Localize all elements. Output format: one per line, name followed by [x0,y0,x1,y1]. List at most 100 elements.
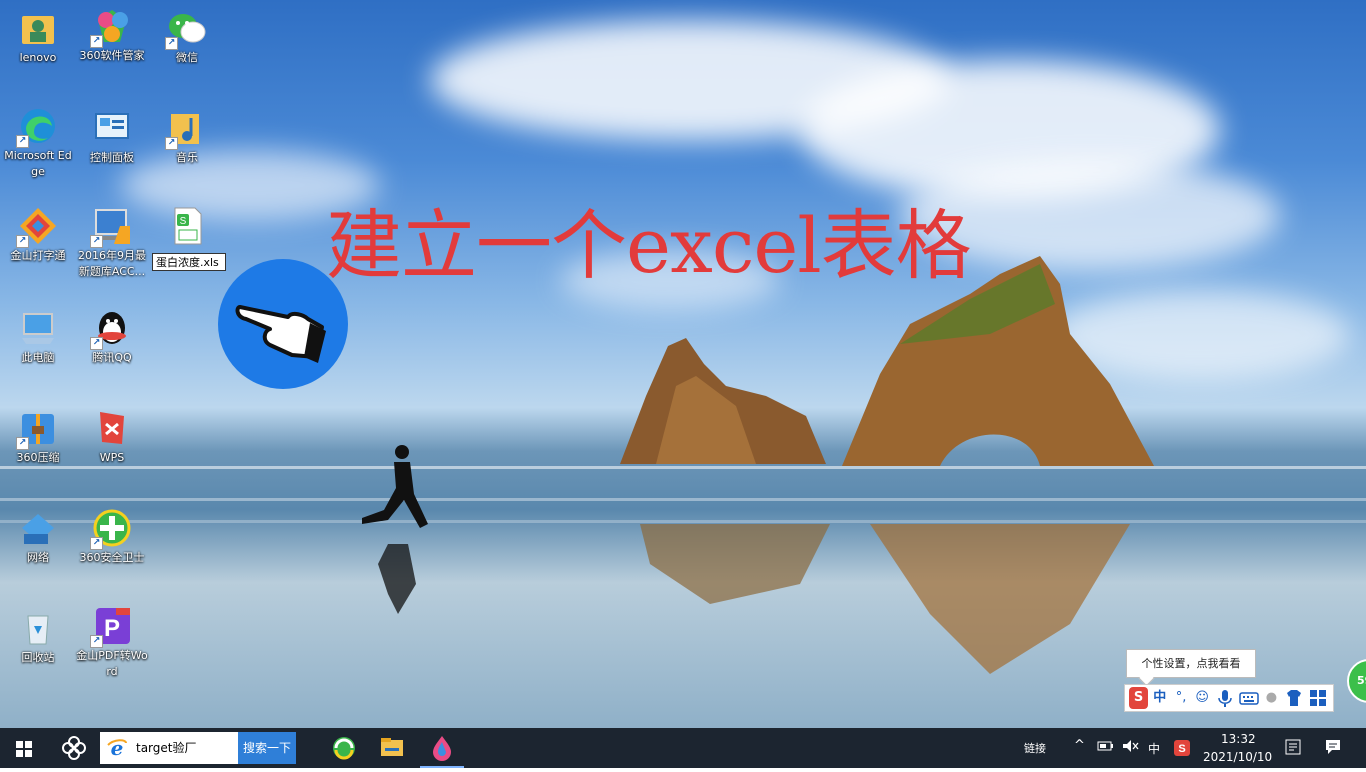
sogou-logo-icon[interactable]: S [1129,687,1149,709]
wechat-icon: ↗ [165,8,207,50]
icon-label: 微信 [176,51,198,64]
shortcut-arrow-icon: ↗ [16,235,29,248]
shortcut-arrow-icon: ↗ [16,135,29,148]
shortcut-arrow-icon: ↗ [165,37,178,50]
desktop-icon-360-security[interactable]: ↗ 360安全卫士 [76,508,148,566]
runner-silhouette [362,445,428,614]
sogou-tray-icon[interactable]: S [1173,739,1191,760]
icon-label: 音乐 [176,151,198,164]
user-account-icon[interactable]: ● [1262,687,1281,709]
desktop-icon-kingsoft-pdf-to-word[interactable]: P ↗ 金山PDF转Word [76,606,148,680]
shortcut-arrow-icon: ↗ [90,35,103,48]
action-center-icon[interactable] [1324,738,1342,759]
network-icon [18,508,58,548]
desktop-icon-this-pc[interactable]: 此电脑 [2,308,74,366]
wps-icon [92,408,132,448]
user-folder-icon [18,8,58,48]
control-panel-icon [92,108,132,148]
recycle-bin-icon [18,608,58,648]
microphone-icon[interactable] [1214,687,1236,709]
kingsoft-typing-icon: ↗ [16,206,58,248]
icon-label: 金山打字通 [10,249,66,262]
svg-text:P: P [104,615,120,642]
360-zip-icon: ↗ [16,408,58,450]
desktop-icon-new-xls-file[interactable]: S [151,206,223,246]
ie-browser-icon: e [107,737,127,759]
skin-shirt-icon[interactable] [1283,687,1305,709]
clock-time[interactable]: 13:32 [1221,732,1256,746]
music-folder-icon: ↗ [165,108,207,150]
show-hidden-icons-chevron-icon[interactable]: ^ [1074,738,1085,753]
360-software-manager-icon: ↗ [90,6,132,48]
spreadsheet-file-icon: S [167,206,207,246]
taskbar-file-explorer[interactable] [370,728,414,768]
battery-icon[interactable] [1097,738,1115,757]
clock-date[interactable]: 2021/10/10 [1203,750,1272,764]
input-method-indicator[interactable]: 中 [1148,740,1160,757]
ime-toolbar: S 中 °, ☺ ● [1124,684,1334,712]
pinwheel-icon [62,736,86,760]
svg-text:S: S [180,216,187,227]
360-browser-icon [333,737,355,760]
shortcut-arrow-icon: ↗ [165,137,178,150]
keyboard-icon[interactable] [1238,687,1260,709]
taskbar-search-input[interactable]: e target验厂 [100,732,238,764]
desktop-wallpaper: lenovo ↗ 360软件管家 ↗ 微信 ↗ Microsoft Edge 控… [0,0,1366,728]
desktop-icon-acc-exam-bank[interactable]: ↗ 2016年9月最新题库ACC... [76,206,148,280]
rename-file-input[interactable]: 蛋白浓度.xls [152,253,226,271]
search-submit-button[interactable]: 搜索一下 [238,732,296,764]
shortcut-arrow-icon: ↗ [90,537,103,550]
windows-logo-icon [16,741,32,757]
desktop-icon-kingsoft-typing[interactable]: ↗ 金山打字通 [2,206,74,264]
desktop-icon-wechat[interactable]: ↗ 微信 [151,8,223,66]
desktop-icon-control-panel[interactable]: 控制面板 [76,108,148,166]
icon-label: 360软件管家 [79,49,145,62]
icon-label: 回收站 [21,651,55,664]
desktop-icon-network[interactable]: 网络 [2,508,74,566]
start-button[interactable] [0,728,48,768]
computer-icon [18,308,58,348]
pdf-converter-icon: P ↗ [90,606,132,648]
icon-label: 360安全卫士 [79,551,145,564]
drop-icon [433,736,451,761]
emoji-icon[interactable]: ☺ [1193,687,1212,709]
icon-label: 金山PDF转Word [76,649,148,678]
desktop-icon-360-software-manager[interactable]: ↗ 360软件管家 [76,6,148,64]
overlay-title: 建立一个excel表格 [326,201,972,290]
icon-label: WPS [99,451,125,464]
links-toolbar-label[interactable]: 链接 [1024,740,1046,756]
toolbox-grid-icon[interactable] [1307,687,1329,709]
desktop-icon-wps[interactable]: WPS [76,408,148,466]
punctuation-toggle[interactable]: °, [1171,687,1190,709]
search-input-text: target验厂 [136,741,197,755]
rock-reflection [640,524,1130,674]
desktop-icon-tencent-qq[interactable]: ↗ 腾讯QQ [76,308,148,366]
desktop-icon-lenovo[interactable]: lenovo [2,8,74,66]
volume-muted-icon[interactable] [1121,738,1139,757]
desktop-icon-microsoft-edge[interactable]: ↗ Microsoft Edge [2,106,74,180]
task-view-button[interactable] [52,728,96,768]
rock-left [620,338,826,464]
icon-label: 控制面板 [90,151,134,164]
desktop-icon-music[interactable]: ↗ 音乐 [151,108,223,166]
icon-label: lenovo [19,51,57,64]
svg-text:S: S [1178,743,1185,755]
qq-penguin-icon: ↗ [90,308,132,350]
taskbar-360-browser[interactable] [322,728,366,768]
taskbar-search-bar: e target验厂 搜索一下 [100,732,296,764]
desktop-icon-recycle-bin[interactable]: 回收站 [2,608,74,666]
shortcut-arrow-icon: ↗ [90,337,103,350]
notes-icon[interactable] [1284,738,1302,759]
ime-mode-toggle[interactable]: 中 [1150,687,1169,709]
desktop-icon-360-zip[interactable]: ↗ 360压缩 [2,408,74,466]
icon-label: 腾讯QQ [92,351,132,364]
icon-label: Microsoft Edge [4,149,72,178]
edge-icon: ↗ [16,106,58,148]
shortcut-arrow-icon: ↗ [16,437,29,450]
icon-label: 360压缩 [16,451,60,464]
icon-label: 2016年9月最新题库ACC... [78,249,146,278]
shortcut-arrow-icon: ↗ [90,235,103,248]
icon-label: 网络 [27,551,49,564]
360-security-icon: ↗ [90,508,132,550]
taskbar-drop-app[interactable] [420,728,464,768]
